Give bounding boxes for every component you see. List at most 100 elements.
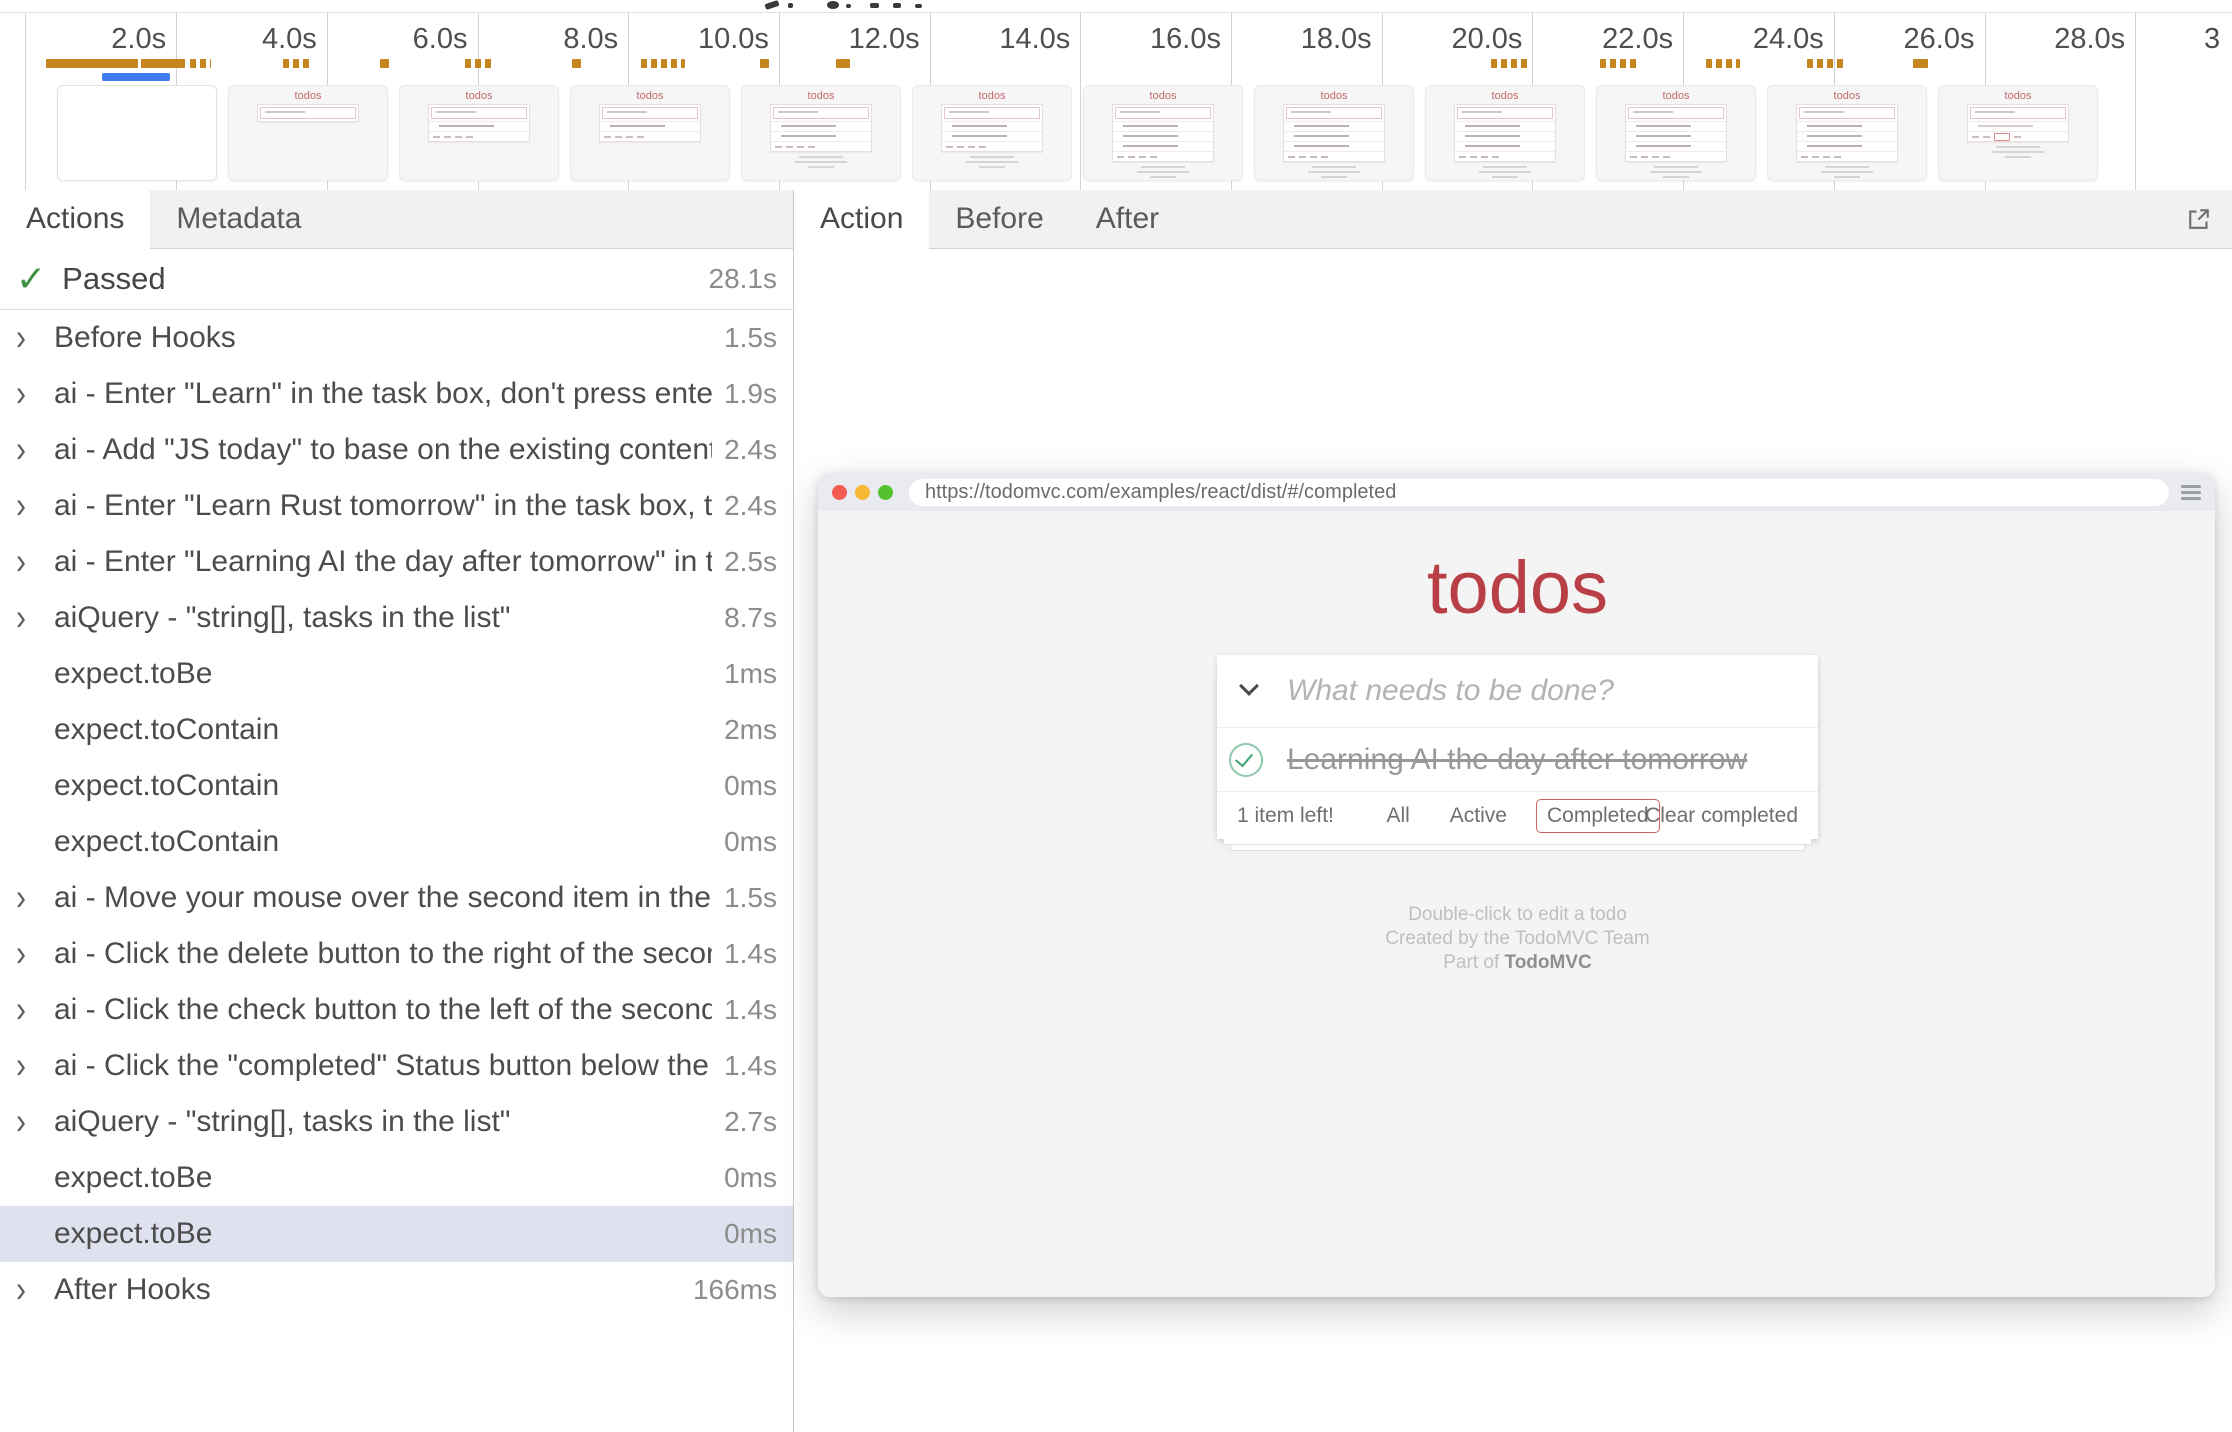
action-duration: 0ms <box>724 770 777 802</box>
check-icon: ✓ <box>16 261 46 297</box>
tab-action[interactable]: Action <box>794 190 929 249</box>
timeline-gridline <box>2135 13 2136 191</box>
chevron-right-icon[interactable]: › <box>16 933 54 976</box>
action-label: ai - Add "JS today" to base on the exist… <box>54 433 712 467</box>
action-row[interactable]: ›ai - Enter "Learn Rust tomorrow" in the… <box>0 478 793 534</box>
filmstrip-thumbnail[interactable]: todos <box>1596 85 1756 181</box>
action-duration: 1.4s <box>724 1050 777 1082</box>
action-row[interactable]: expect.toContain0ms <box>0 814 793 870</box>
timeline-tick-label: 24.0s <box>1664 23 1824 56</box>
timeline-tick-label: 4.0s <box>157 23 317 56</box>
timeline-tick-label: 20.0s <box>1362 23 1522 56</box>
todo-card: What needs to be done? Learning AI the d… <box>1217 655 1818 839</box>
page-info: Double-click to edit a todo Created by t… <box>1217 903 1818 975</box>
filmstrip-thumbnail[interactable]: todos <box>399 85 559 181</box>
action-row[interactable]: ›After Hooks166ms <box>0 1262 793 1318</box>
filmstrip-thumbnail[interactable] <box>57 85 217 181</box>
action-row[interactable]: ›ai - Enter "Learning AI the day after t… <box>0 534 793 590</box>
chevron-right-icon[interactable]: › <box>16 989 54 1032</box>
action-time-mark <box>1913 59 1928 68</box>
filmstrip-thumbnail[interactable]: todos <box>741 85 901 181</box>
action-row[interactable]: expect.toBe0ms <box>0 1150 793 1206</box>
tab-actions[interactable]: Actions <box>0 190 150 249</box>
tab-metadata[interactable]: Metadata <box>150 190 327 248</box>
action-duration: 1.4s <box>724 994 777 1026</box>
items-left-label: 1 item left! <box>1237 804 1334 828</box>
action-row[interactable]: ›aiQuery - "string[], tasks in the list"… <box>0 1094 793 1150</box>
action-duration: 0ms <box>724 1218 777 1250</box>
timeline-tick-label: 10.0s <box>609 23 769 56</box>
chevron-right-icon[interactable]: › <box>16 485 54 528</box>
filmstrip-thumbnail[interactable]: todos <box>1083 85 1243 181</box>
url-bar[interactable]: https://todomvc.com/examples/react/dist/… <box>909 479 2169 506</box>
timeline-tick-label: 2.0s <box>6 23 166 56</box>
action-label: expect.toBe <box>54 657 712 691</box>
filter-completed[interactable]: Completed <box>1536 799 1660 833</box>
filmstrip-thumbnail[interactable]: todos <box>570 85 730 181</box>
tab-before[interactable]: Before <box>929 190 1069 248</box>
action-row[interactable]: expect.toBe0ms <box>0 1206 793 1262</box>
chevron-right-icon[interactable]: › <box>16 429 54 472</box>
chevron-right-icon[interactable]: › <box>16 1045 54 1088</box>
filmstrip-thumbnail[interactable]: todos <box>1938 85 2098 181</box>
action-label: ai - Click the "completed" Status button… <box>54 1049 712 1083</box>
action-row[interactable]: expect.toBe1ms <box>0 646 793 702</box>
filmstrip-thumbnail[interactable]: todos <box>1254 85 1414 181</box>
action-row[interactable]: ›ai - Click the check button to the left… <box>0 982 793 1038</box>
close-window-icon[interactable] <box>832 485 847 500</box>
timeline-tick-label: 14.0s <box>910 23 1070 56</box>
filter-all[interactable]: All <box>1375 799 1420 833</box>
action-duration: 2.7s <box>724 1106 777 1138</box>
action-row[interactable]: ›ai - Add "JS today" to base on the exis… <box>0 422 793 478</box>
filmstrip-thumbnail[interactable]: todos <box>912 85 1072 181</box>
action-row[interactable]: ›ai - Enter "Learn" in the task box, don… <box>0 366 793 422</box>
filmstrip-thumbnail[interactable]: todos <box>228 85 388 181</box>
action-time-mark <box>760 59 769 68</box>
action-time-mark <box>190 59 211 68</box>
timeline[interactable]: 2.0s4.0s6.0s8.0s10.0s12.0s14.0s16.0s18.0… <box>0 12 2232 192</box>
action-time-mark <box>1600 59 1638 68</box>
action-row[interactable]: expect.toContain2ms <box>0 702 793 758</box>
trace-viewer: 2.0s4.0s6.0s8.0s10.0s12.0s14.0s16.0s18.0… <box>0 0 2232 1432</box>
chevron-right-icon[interactable]: › <box>16 317 54 360</box>
action-label: ai - Click the check button to the left … <box>54 993 712 1027</box>
chevron-right-icon[interactable]: › <box>16 541 54 584</box>
chevron-right-icon[interactable]: › <box>16 597 54 640</box>
action-label: ai - Enter "Learning AI the day after to… <box>54 545 712 579</box>
action-row[interactable]: ›ai - Move your mouse over the second it… <box>0 870 793 926</box>
check-circle-icon[interactable] <box>1229 743 1263 777</box>
action-time-mark <box>46 59 139 68</box>
filter-active[interactable]: Active <box>1439 799 1518 833</box>
chevron-right-icon[interactable]: › <box>16 877 54 920</box>
hamburger-icon[interactable] <box>2181 485 2201 500</box>
action-row[interactable]: ›ai - Click the "completed" Status butto… <box>0 1038 793 1094</box>
test-status-row: ✓ Passed 28.1s <box>0 249 793 310</box>
maximize-window-icon[interactable] <box>878 485 893 500</box>
actions-panel: Actions Metadata ✓ Passed 28.1s ›Before … <box>0 190 794 1432</box>
filmstrip-thumbnail[interactable]: todos <box>1425 85 1585 181</box>
chevron-right-icon[interactable]: › <box>16 1269 54 1312</box>
action-time-mark <box>641 59 685 68</box>
new-todo-input[interactable]: What needs to be done? <box>1217 655 1818 728</box>
open-external-icon[interactable] <box>2184 204 2214 234</box>
minimize-window-icon[interactable] <box>855 485 870 500</box>
action-label: ai - Enter "Learn" in the task box, don'… <box>54 377 712 411</box>
action-time-mark <box>1807 59 1842 68</box>
chevron-right-icon[interactable]: › <box>16 373 54 416</box>
timeline-tick-label: 8.0s <box>458 23 618 56</box>
action-row[interactable]: expect.toContain0ms <box>0 758 793 814</box>
action-row[interactable]: ›Before Hooks1.5s <box>0 310 793 366</box>
timeline-tick-label: 18.0s <box>1212 23 1372 56</box>
info-line: Part of TodoMVC <box>1217 951 1818 975</box>
todos-title: todos <box>1217 545 1818 631</box>
action-row[interactable]: ›ai - Click the delete button to the rig… <box>0 926 793 982</box>
action-duration: 0ms <box>724 1162 777 1194</box>
tab-after[interactable]: After <box>1070 190 1185 248</box>
action-time-mark <box>1706 59 1740 68</box>
filmstrip-thumbnail[interactable]: todos <box>1767 85 1927 181</box>
chevron-right-icon[interactable]: › <box>16 1101 54 1144</box>
action-row[interactable]: ›aiQuery - "string[], tasks in the list"… <box>0 590 793 646</box>
chevron-down-icon[interactable] <box>1239 676 1261 698</box>
clear-completed-button[interactable]: Clear completed <box>1645 804 1798 828</box>
action-label: expect.toContain <box>54 825 712 859</box>
